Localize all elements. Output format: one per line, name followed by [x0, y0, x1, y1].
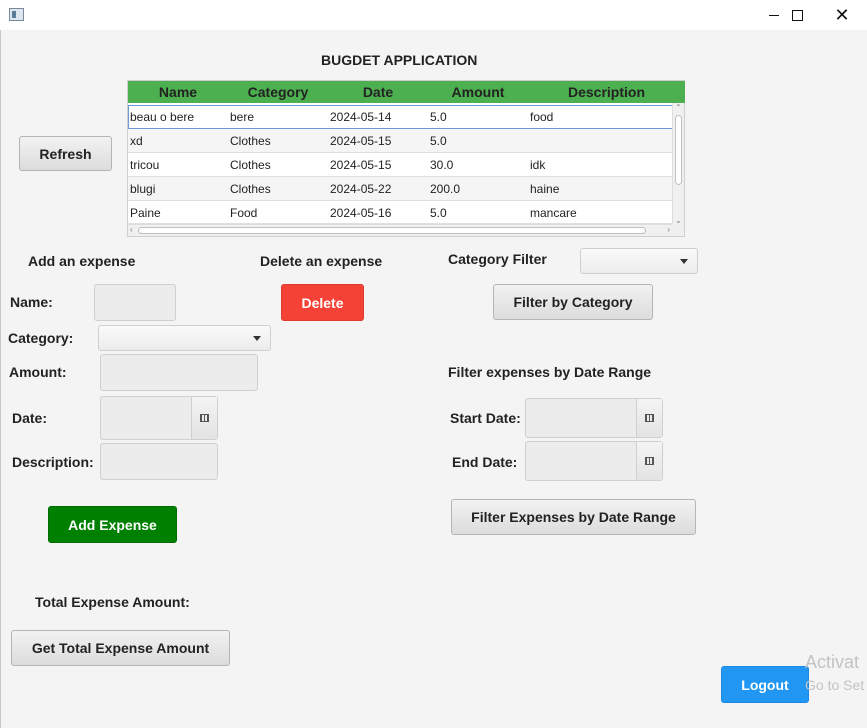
cell-date: 2024-05-14 [330, 110, 392, 124]
table-vertical-scrollbar[interactable]: ⌃ ⌄ [672, 103, 684, 226]
cell-description [530, 129, 670, 153]
vertical-scroll-thumb[interactable] [675, 115, 682, 185]
cell-amount: 5.0 [430, 110, 447, 124]
table-header: Name Category Date Amount Description [128, 81, 685, 103]
cell-description: idk [530, 158, 546, 172]
close-icon[interactable]: ✕ [819, 0, 865, 30]
expenses-table[interactable]: Name Category Date Amount Description be… [127, 80, 685, 237]
cell-amount: 200.0 [430, 182, 461, 196]
table-horizontal-scrollbar[interactable]: ‹ › [128, 224, 673, 236]
get-total-button[interactable]: Get Total Expense Amount [11, 630, 230, 666]
cell-name: Paine [130, 206, 161, 220]
cell-amount: 30.0 [430, 158, 454, 172]
table-row[interactable]: Paine Food 2024-05-16 5.0 mancare [128, 201, 673, 224]
column-header-description[interactable]: Description [528, 81, 685, 103]
cell-name: blugi [130, 182, 156, 196]
start-date-button[interactable] [636, 399, 662, 437]
activation-watermark-title: Activat [805, 652, 860, 672]
date-label: Date: [12, 410, 48, 426]
date-picker-button[interactable] [191, 397, 217, 439]
name-label: Name: [10, 294, 53, 310]
start-date-picker[interactable] [525, 398, 663, 438]
scroll-left-arrow-icon[interactable]: ‹ [130, 225, 133, 235]
cell-category: Clothes [230, 182, 271, 196]
calendar-icon [200, 414, 209, 422]
cell-description: food [530, 110, 554, 124]
amount-field[interactable] [100, 354, 258, 391]
description-field[interactable] [100, 443, 218, 480]
column-header-name[interactable]: Name [128, 81, 228, 103]
cell-description: haine [530, 182, 560, 196]
cell-category: Clothes [230, 158, 271, 172]
cell-amount: 5.0 [430, 206, 447, 220]
cell-date: 2024-05-16 [330, 206, 392, 220]
amount-label: Amount: [9, 364, 67, 380]
maximize-icon[interactable] [774, 0, 820, 30]
description-label: Description: [12, 454, 94, 470]
delete-button[interactable]: Delete [281, 284, 364, 321]
column-header-category[interactable]: Category [228, 81, 328, 103]
date-range-heading: Filter expenses by Date Range [448, 364, 652, 380]
filter-by-date-range-button[interactable]: Filter Expenses by Date Range [451, 499, 696, 535]
logout-button[interactable]: Logout [721, 666, 809, 703]
cell-date: 2024-05-22 [330, 182, 392, 196]
cell-name: beau o bere [130, 110, 195, 124]
cell-date: 2024-05-15 [330, 134, 392, 148]
cell-description: mancare [530, 206, 577, 220]
table-row[interactable]: tricou Clothes 2024-05-15 30.0 idk [128, 153, 673, 177]
app-window-icon [9, 8, 24, 21]
table-row[interactable]: xd Clothes 2024-05-15 5.0 [128, 129, 673, 153]
calendar-icon [645, 457, 654, 465]
scrollbar-corner [672, 224, 684, 236]
chevron-down-icon [680, 259, 688, 264]
end-date-picker[interactable] [525, 441, 663, 481]
end-date-label: End Date: [452, 454, 518, 470]
filter-by-category-button[interactable]: Filter by Category [493, 284, 653, 320]
category-dropdown[interactable] [98, 325, 271, 351]
date-picker[interactable] [100, 396, 218, 440]
calendar-icon [645, 414, 654, 422]
cell-category: Clothes [230, 134, 271, 148]
activation-watermark-subtitle: Go to Set [805, 677, 865, 693]
total-expense-label: Total Expense Amount: [35, 594, 190, 610]
category-filter-dropdown[interactable] [580, 248, 698, 274]
add-expense-heading: Add an expense [28, 253, 136, 269]
title-bar: ✕ [0, 0, 867, 30]
category-label: Category: [8, 330, 74, 346]
chevron-down-icon [253, 336, 261, 341]
cell-name: tricou [130, 158, 160, 172]
column-header-date[interactable]: Date [328, 81, 428, 103]
add-expense-button[interactable]: Add Expense [48, 506, 177, 543]
cell-category: Food [230, 206, 258, 220]
category-filter-label: Category Filter [448, 251, 547, 267]
cell-category: bere [230, 110, 255, 124]
scroll-up-arrow-icon[interactable]: ⌃ [675, 103, 682, 113]
end-date-button[interactable] [636, 442, 662, 480]
column-header-amount[interactable]: Amount [428, 81, 528, 103]
cell-date: 2024-05-15 [330, 158, 392, 172]
cell-amount: 5.0 [430, 134, 447, 148]
start-date-label: Start Date: [450, 410, 521, 426]
app-title: BUGDET APPLICATION [321, 52, 478, 68]
scroll-right-arrow-icon[interactable]: › [667, 225, 670, 235]
table-row[interactable]: blugi Clothes 2024-05-22 200.0 haine [128, 177, 673, 201]
table-row[interactable]: beau o bere bere 2024-05-14 5.0 food [128, 105, 673, 129]
refresh-button[interactable]: Refresh [19, 136, 112, 171]
delete-expense-heading: Delete an expense [260, 253, 383, 269]
name-field[interactable] [94, 284, 176, 321]
horizontal-scroll-thumb[interactable] [138, 227, 646, 234]
cell-name: xd [130, 134, 143, 148]
